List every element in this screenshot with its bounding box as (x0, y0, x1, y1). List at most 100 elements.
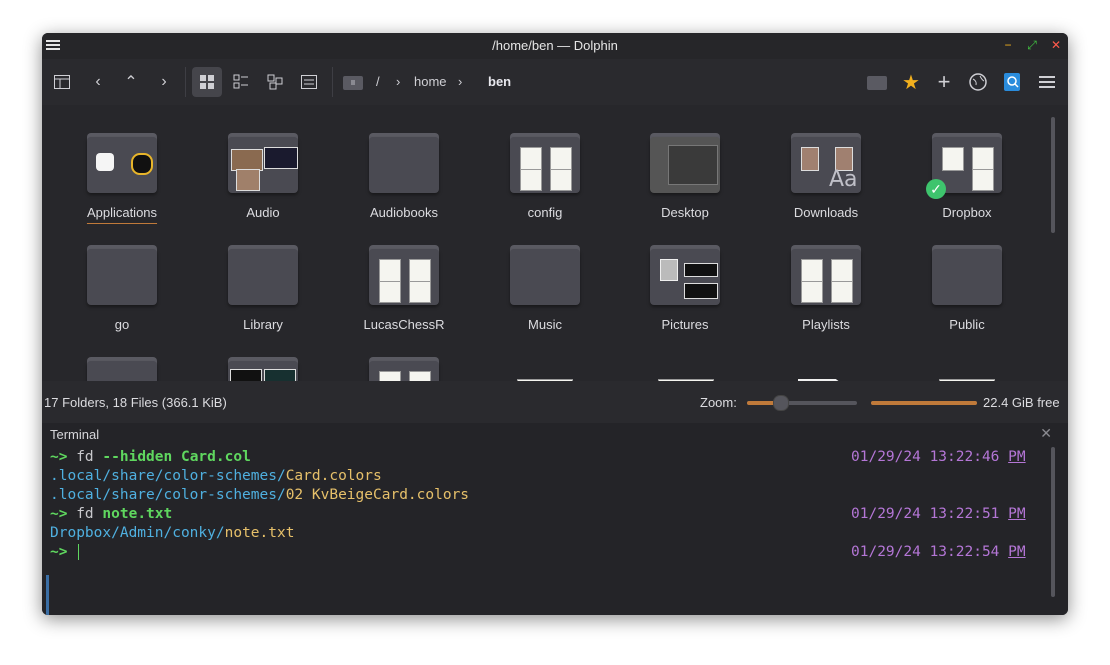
folder-icon (228, 133, 298, 193)
terminal-token: note.txt (102, 506, 173, 522)
folder-applications[interactable]: Applications (62, 133, 182, 220)
file-label: Desktop (661, 205, 709, 220)
folder-config[interactable]: config (485, 133, 605, 220)
breadcrumb-separator-icon: › (396, 74, 401, 89)
hamburger-menu-icon[interactable] (1032, 67, 1062, 97)
terminal-line: .local/share/color-schemes/Card.colors (50, 468, 382, 484)
terminal-token: --hidden Card.col (102, 449, 251, 465)
network-globe-icon[interactable] (963, 67, 993, 97)
file-label: Dropbox (942, 205, 992, 220)
zoom-slider-handle[interactable] (773, 395, 789, 411)
bookmark-star-icon[interactable]: ★ (896, 67, 926, 97)
preview-panel-button[interactable] (294, 67, 324, 97)
folder-public[interactable]: Public (907, 245, 1027, 332)
folder-dropbox[interactable]: ✓ Dropbox (907, 133, 1027, 220)
disk-usage-bar (871, 401, 977, 405)
terminal-token: Dropbox/Admin/conky/ (50, 525, 225, 541)
folder-summary: 17 Folders, 18 Files (366.1 KiB) (44, 395, 227, 410)
terminal-scrollbar[interactable] (1051, 447, 1055, 597)
folder-partial[interactable] (62, 357, 182, 381)
terminal-token: fd (76, 506, 103, 522)
folder-audio[interactable]: Audio (203, 133, 323, 220)
zoom-slider[interactable] (747, 395, 857, 411)
file-label: Audiobooks (370, 205, 438, 220)
add-icon[interactable]: + (929, 67, 959, 97)
folder-downloads[interactable]: Aa Downloads (766, 133, 886, 220)
terminal-token: .local/share/color-schemes/ (50, 487, 286, 503)
breadcrumb-home[interactable]: home (414, 74, 447, 89)
file-label: go (114, 317, 130, 332)
file-label: Public (949, 317, 985, 332)
sync-check-icon: ✓ (926, 179, 946, 199)
folder-icon (650, 245, 720, 305)
details-view-button[interactable] (260, 67, 290, 97)
terminal-panel[interactable]: Terminal ✕ 01/29/24 13:22:46 PM ~> fd --h… (42, 423, 1068, 615)
folder-audiobooks[interactable]: Audiobooks (344, 133, 464, 220)
minimize-button[interactable]: − (1000, 37, 1016, 53)
folder-icon (932, 245, 1002, 305)
folder-icon: ✓ (926, 133, 1002, 199)
title-bar: /home/ben — Dolphin − ⤢ ✕ (42, 33, 1068, 59)
breadcrumb-root[interactable]: / (376, 74, 380, 89)
dolphin-window: /home/ben — Dolphin − ⤢ ✕ ‹ ⌃ › / › home (42, 33, 1068, 615)
search-icon[interactable] (997, 67, 1027, 97)
file-label: Audio (246, 205, 280, 220)
back-button[interactable]: ‹ (83, 67, 113, 97)
window-title: /home/ben — Dolphin (492, 38, 618, 53)
folder-playlists[interactable]: Playlists (766, 245, 886, 332)
zoom-label: Zoom: (700, 395, 737, 410)
file-label: Downloads (793, 205, 859, 220)
folder-partial[interactable] (203, 357, 323, 381)
folder-icon (87, 357, 157, 381)
file-view[interactable]: Applications Audio Audiobooks config Des… (42, 105, 1068, 381)
up-button[interactable]: ⌃ (116, 67, 146, 97)
breadcrumb-separator-icon: › (458, 74, 463, 89)
terminal-cursor (78, 544, 80, 560)
file-view-scrollbar[interactable] (1051, 117, 1055, 233)
terminal-token: ~> (50, 506, 77, 522)
file-label: Applications (86, 205, 158, 220)
folder-music[interactable]: Music (485, 245, 605, 332)
new-folder-icon[interactable] (862, 67, 892, 97)
terminal-token: ~> (50, 449, 77, 465)
home-folder-icon[interactable] (338, 67, 368, 97)
folder-icon (510, 133, 580, 193)
terminal-token: note.txt (224, 525, 295, 541)
file-label: Music (528, 317, 562, 332)
free-space: 22.4 GiB free (983, 395, 1060, 410)
folder-desktop[interactable]: Desktop (625, 133, 745, 220)
file-label: Library (243, 317, 283, 332)
terminal-line: .local/share/color-schemes/02 KvBeigeCar… (50, 487, 469, 503)
folder-lucaschessr[interactable]: LucasChessR (344, 245, 464, 332)
icons-view-button[interactable] (192, 67, 222, 97)
folder-icon (87, 245, 157, 305)
folder-pictures[interactable]: Pictures (625, 245, 745, 332)
file-label: LucasChessR (363, 317, 445, 332)
folder-icon (228, 357, 298, 381)
close-terminal-icon[interactable]: ✕ (1040, 425, 1052, 442)
terminal-timestamp: 01/29/24 13:22:51 PM (851, 506, 1026, 522)
file-label: Pictures (661, 317, 709, 332)
folder-partial[interactable] (344, 357, 464, 381)
breadcrumb-current[interactable]: ben (488, 74, 511, 89)
folder-icon (650, 133, 720, 193)
terminal-line: ~> (50, 544, 80, 560)
terminal-line: Dropbox/Admin/conky/note.txt (50, 525, 294, 541)
folder-icon (791, 245, 861, 305)
terminal-cursor-line-marker (46, 575, 49, 615)
folder-icon (369, 133, 439, 193)
folder-icon (228, 245, 298, 305)
folder-icon (87, 133, 157, 193)
terminal-token: 02 KvBeigeCard.colors (285, 487, 470, 503)
toolbar-separator (332, 67, 333, 97)
folder-icon (369, 357, 439, 381)
close-button[interactable]: ✕ (1048, 37, 1064, 53)
folder-icon: Aa (791, 133, 861, 193)
folder-library[interactable]: Library (203, 245, 323, 332)
compact-view-button[interactable] (226, 67, 256, 97)
folder-go[interactable]: go (62, 245, 182, 332)
maximize-button[interactable]: ⤢ (1024, 37, 1040, 53)
file-label: config (527, 205, 563, 220)
panel-toggle-icon[interactable] (47, 67, 77, 97)
forward-button[interactable]: › (149, 67, 179, 97)
